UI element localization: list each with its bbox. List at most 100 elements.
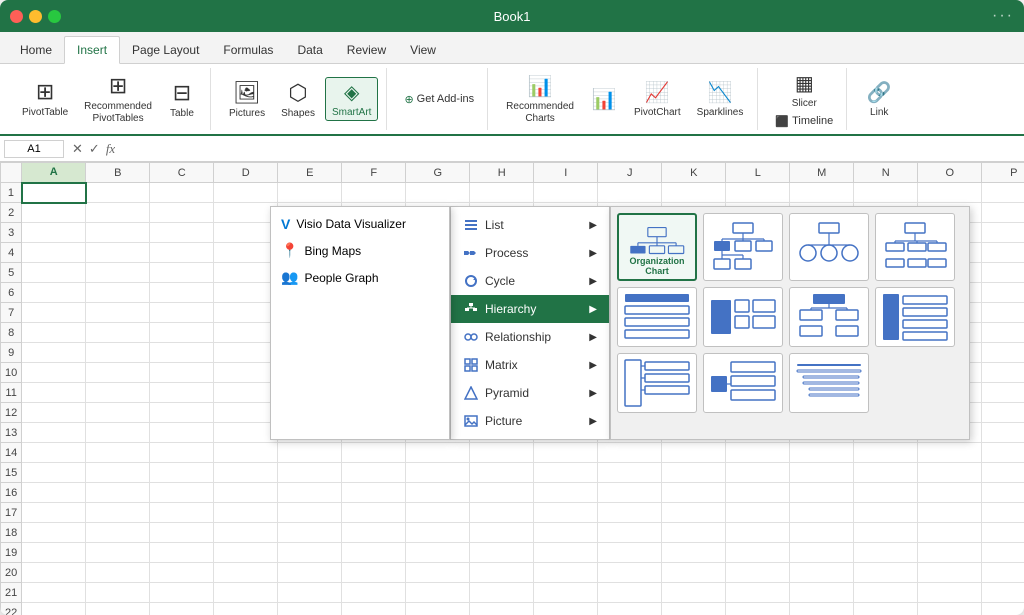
cell-L14[interactable] (726, 443, 790, 463)
row-header-8[interactable]: 8 (1, 323, 22, 343)
cell-P18[interactable] (982, 523, 1024, 543)
cell-L15[interactable] (726, 463, 790, 483)
cell-C16[interactable] (150, 483, 214, 503)
cell-A9[interactable] (22, 343, 86, 363)
cell-C13[interactable] (150, 423, 214, 443)
tab-page-layout[interactable]: Page Layout (120, 37, 211, 63)
col-header-D[interactable]: D (214, 163, 278, 183)
cell-J15[interactable] (598, 463, 662, 483)
cell-C21[interactable] (150, 583, 214, 603)
cell-B2[interactable] (86, 203, 150, 223)
cell-G19[interactable] (406, 543, 470, 563)
cell-D6[interactable] (214, 283, 278, 303)
cell-P19[interactable] (982, 543, 1024, 563)
col-header-F[interactable]: F (342, 163, 406, 183)
row-header-20[interactable]: 20 (1, 563, 22, 583)
col-header-A[interactable]: A (22, 163, 86, 183)
cell-L21[interactable] (726, 583, 790, 603)
cell-J21[interactable] (598, 583, 662, 603)
cell-C15[interactable] (150, 463, 214, 483)
col-header-I[interactable]: I (534, 163, 598, 183)
cell-I18[interactable] (534, 523, 598, 543)
cell-D7[interactable] (214, 303, 278, 323)
menu-item-hierarchy[interactable]: Hierarchy ▶ (451, 295, 609, 323)
menu-item-matrix[interactable]: Matrix ▶ (451, 351, 609, 379)
cell-G16[interactable] (406, 483, 470, 503)
cell-H18[interactable] (470, 523, 534, 543)
cell-D11[interactable] (214, 383, 278, 403)
cell-M14[interactable] (790, 443, 854, 463)
cell-D19[interactable] (214, 543, 278, 563)
menu-item-cycle[interactable]: Cycle ▶ (451, 267, 609, 295)
cell-C20[interactable] (150, 563, 214, 583)
cell-M20[interactable] (790, 563, 854, 583)
cancel-formula-icon[interactable]: ✕ (72, 141, 83, 157)
cell-E14[interactable] (278, 443, 342, 463)
cell-F22[interactable] (342, 603, 406, 615)
row-header-22[interactable]: 22 (1, 603, 22, 615)
cell-C19[interactable] (150, 543, 214, 563)
row-header-1[interactable]: 1 (1, 183, 22, 203)
cell-P6[interactable] (982, 283, 1024, 303)
col-header-P[interactable]: P (982, 163, 1024, 183)
insert-function-icon[interactable]: fx (106, 141, 115, 157)
cell-D17[interactable] (214, 503, 278, 523)
cell-A20[interactable] (22, 563, 86, 583)
minimize-button[interactable] (29, 10, 42, 23)
cell-K19[interactable] (662, 543, 726, 563)
cell-A14[interactable] (22, 443, 86, 463)
cell-D5[interactable] (214, 263, 278, 283)
cell-A10[interactable] (22, 363, 86, 383)
bar-chart-button[interactable]: 📊 (584, 85, 624, 114)
cell-E16[interactable] (278, 483, 342, 503)
cell-M1[interactable] (790, 183, 854, 203)
cell-J17[interactable] (598, 503, 662, 523)
cell-M15[interactable] (790, 463, 854, 483)
hier-chart-5[interactable] (617, 287, 697, 347)
cell-B4[interactable] (86, 243, 150, 263)
slicer-button[interactable]: ▦ Slicer (784, 69, 824, 111)
cell-M19[interactable] (790, 543, 854, 563)
row-header-19[interactable]: 19 (1, 543, 22, 563)
cell-J18[interactable] (598, 523, 662, 543)
row-header-5[interactable]: 5 (1, 263, 22, 283)
cell-M16[interactable] (790, 483, 854, 503)
cell-P1[interactable] (982, 183, 1024, 203)
cell-F16[interactable] (342, 483, 406, 503)
cell-I15[interactable] (534, 463, 598, 483)
cell-O18[interactable] (918, 523, 982, 543)
hier-chart-9[interactable] (617, 353, 697, 413)
cell-K17[interactable] (662, 503, 726, 523)
cell-K1[interactable] (662, 183, 726, 203)
hier-chart-11[interactable] (789, 353, 869, 413)
cell-I17[interactable] (534, 503, 598, 523)
cell-D14[interactable] (214, 443, 278, 463)
cell-L17[interactable] (726, 503, 790, 523)
cell-A3[interactable] (22, 223, 86, 243)
cell-F1[interactable] (342, 183, 406, 203)
cell-O16[interactable] (918, 483, 982, 503)
cell-G21[interactable] (406, 583, 470, 603)
cell-N18[interactable] (854, 523, 918, 543)
cell-B13[interactable] (86, 423, 150, 443)
pivot-table-button[interactable]: ⊞ PivotTable (16, 77, 74, 121)
cell-C4[interactable] (150, 243, 214, 263)
cell-H21[interactable] (470, 583, 534, 603)
cell-P20[interactable] (982, 563, 1024, 583)
cell-P7[interactable] (982, 303, 1024, 323)
tab-formulas[interactable]: Formulas (211, 37, 285, 63)
recommended-charts-button[interactable]: 📊 RecommendedCharts (500, 72, 580, 127)
cell-C12[interactable] (150, 403, 214, 423)
row-header-12[interactable]: 12 (1, 403, 22, 423)
cell-D1[interactable] (214, 183, 278, 203)
cell-P9[interactable] (982, 343, 1024, 363)
menu-item-picture[interactable]: Picture ▶ (451, 407, 609, 435)
cell-I21[interactable] (534, 583, 598, 603)
cell-E15[interactable] (278, 463, 342, 483)
cell-N14[interactable] (854, 443, 918, 463)
cell-K22[interactable] (662, 603, 726, 615)
cell-C8[interactable] (150, 323, 214, 343)
cell-P13[interactable] (982, 423, 1024, 443)
cell-P3[interactable] (982, 223, 1024, 243)
cell-J14[interactable] (598, 443, 662, 463)
